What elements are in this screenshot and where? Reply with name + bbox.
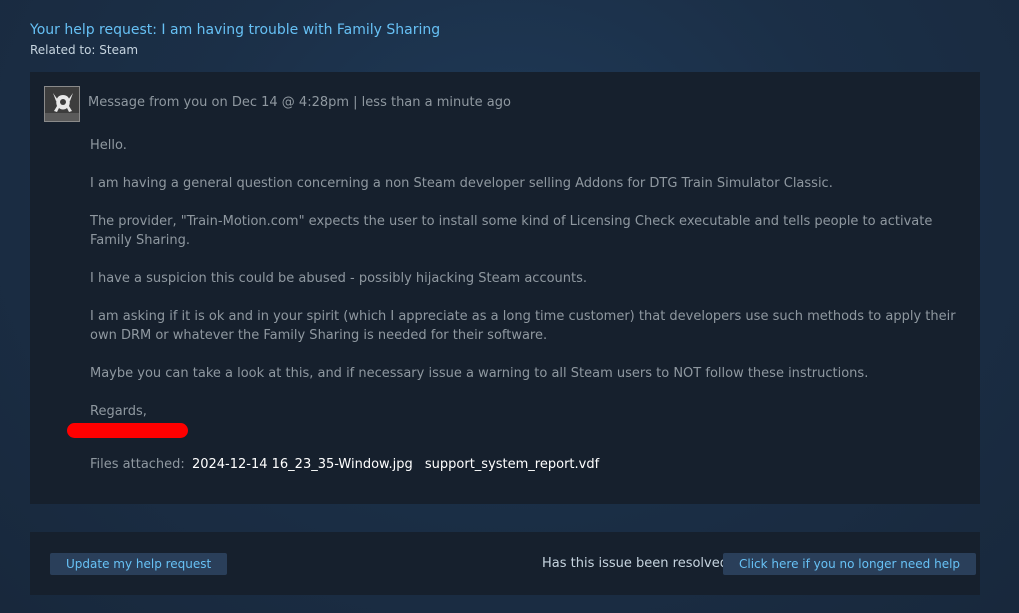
user-avatar-icon xyxy=(45,87,79,121)
message-paragraph: I am asking if it is ok and in your spir… xyxy=(90,309,956,343)
attachment-link[interactable]: 2024-12-14 16_23_35-Window.jpg xyxy=(192,457,413,472)
message-panel: Message from you on Dec 14 @ 4:28pm | le… xyxy=(30,72,980,504)
footer-panel: Update my help request Has this issue be… xyxy=(30,532,980,595)
update-request-button[interactable]: Update my help request xyxy=(50,553,228,575)
message-paragraph: Maybe you can take a look at this, and i… xyxy=(90,366,869,381)
no-longer-need-help-button[interactable]: Click here if you no longer need help xyxy=(723,553,977,575)
message-paragraph: The provider, "Train-Motion.com" expects… xyxy=(90,214,933,248)
message-paragraph: Hello. xyxy=(90,138,127,153)
resolved-question: Has this issue been resolved? xyxy=(542,556,735,571)
message-body: Hello. I am having a general question co… xyxy=(90,136,960,421)
message-paragraph: I have a suspicion this could be abused … xyxy=(90,271,588,286)
message-paragraph: I am having a general question concernin… xyxy=(90,176,833,191)
related-to-label: Related to: Steam xyxy=(30,43,139,57)
page-title: Your help request: I am having trouble w… xyxy=(30,22,441,38)
files-label: Files attached: xyxy=(90,457,185,472)
message-signoff: Regards, xyxy=(90,404,147,419)
avatar xyxy=(44,86,80,122)
attachment-link[interactable]: support_system_report.vdf xyxy=(425,457,599,472)
request-header: Your help request: I am having trouble w… xyxy=(30,20,440,58)
files-attached: Files attached: 2024-12-14 16_23_35-Wind… xyxy=(90,457,599,472)
message-meta: Message from you on Dec 14 @ 4:28pm | le… xyxy=(88,95,511,110)
redaction-mark xyxy=(67,423,188,438)
